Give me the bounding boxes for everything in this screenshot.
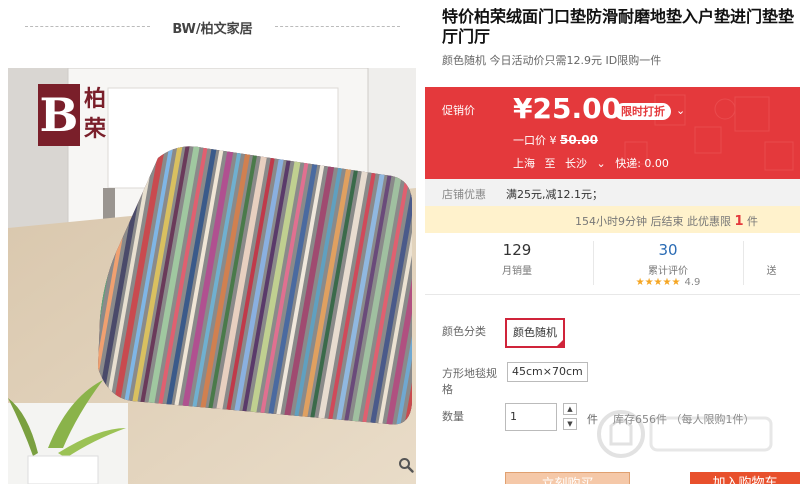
brand-logo: B 柏荣 <box>38 84 112 146</box>
size-label-line-1: 方形地毯规 <box>442 367 497 380</box>
store-name[interactable]: BW/柏文家居 <box>25 18 400 37</box>
selected-check-icon <box>555 338 565 348</box>
store-header: BW/柏文家居 <box>25 12 400 42</box>
color-option-selected[interactable]: 颜色随机 <box>505 318 565 348</box>
original-price-value: 50.00 <box>560 133 598 147</box>
gift-points-label: 送 <box>766 266 777 277</box>
shipping-info: 上海 至 长沙 ⌄ 快递: 0.00 <box>513 155 675 171</box>
chevron-down-icon[interactable]: ⌄ <box>676 104 685 117</box>
review-count[interactable]: 30 累计评价 ★★★★★ 4.9 <box>593 241 743 288</box>
color-option-label: 颜色分类 <box>442 325 486 338</box>
product-image[interactable]: B 柏荣 <box>8 68 416 484</box>
gift-points-number <box>743 241 800 259</box>
monthly-sales: 129 月销量 <box>442 241 592 277</box>
price-panel: 促销价 ¥25.00 限时打折 ⌄ 一口价 ¥ 50.00 上海 至 长沙 ⌄ … <box>425 87 800 179</box>
countdown-suffix: 件 <box>743 215 759 228</box>
current-price: ¥25.00 <box>513 92 622 125</box>
shop-promotion: 店铺优惠 满25元,减12.1元； <box>425 179 800 206</box>
quantity-input[interactable]: 1 <box>505 403 557 431</box>
rating-stars: ★★★★★ 4.9 <box>593 277 743 288</box>
monthly-sales-number: 129 <box>502 241 532 259</box>
title-line-2: 厅门厅 <box>442 27 491 46</box>
product-details: 特价柏荣绒面门口垫防滑耐磨地垫入户垫进门垫垫 厅门厅 颜色随机 今日活动价只需1… <box>425 0 800 484</box>
watermark-logo <box>597 410 773 458</box>
rating-score: 4.9 <box>684 277 701 288</box>
gift-points: 送 <box>743 241 800 277</box>
countdown-text: 154小时9分钟 后结束 此优惠限 1 件 <box>575 213 758 229</box>
countdown-limit: 1 <box>734 214 744 229</box>
caret-down-icon[interactable]: ▼ <box>563 418 577 430</box>
product-subtitle: 颜色随机 今日活动价只需12.9元 ID限购一件 <box>442 54 662 67</box>
review-count-number: 30 <box>658 241 678 259</box>
promo-badge: 限时打折 <box>615 103 671 120</box>
size-option[interactable]: 45cm×70cm <box>507 362 588 382</box>
brand-letter: B <box>38 84 80 146</box>
shipping-fee: 快递: 0.00 <box>615 157 669 170</box>
color-option-value: 颜色随机 <box>513 326 557 339</box>
original-price: 一口价 ¥ 50.00 <box>513 132 598 148</box>
size-label-line-2: 格 <box>442 383 453 396</box>
brand-chinese: 柏荣 <box>84 86 107 142</box>
sales-stats: 129 月销量 30 累计评价 ★★★★★ 4.9 送 <box>425 233 800 295</box>
star-icons: ★★★★★ <box>635 277 681 288</box>
add-to-cart-button[interactable]: 加入购物车 <box>690 472 800 484</box>
product-gallery: BW/柏文家居 B 柏荣 <box>0 0 425 484</box>
shop-promo-value: 满25元,减12.1元； <box>506 188 603 201</box>
caret-up-icon[interactable]: ▲ <box>563 403 577 415</box>
ship-to-word: 至 <box>544 157 556 170</box>
magnifier-icon[interactable] <box>398 457 414 473</box>
quantity-label: 数量 <box>442 410 464 423</box>
ship-destination-label: 长沙 <box>565 157 587 170</box>
size-option-label: 方形地毯规 格 <box>442 366 497 398</box>
divider-right <box>275 26 400 27</box>
ship-from: 上海 <box>513 157 535 170</box>
ship-destination[interactable]: 长沙 ⌄ <box>565 157 606 170</box>
promo-countdown: 154小时9分钟 后结束 此优惠限 1 件 <box>425 206 800 233</box>
shop-promo-label: 店铺优惠 <box>442 188 486 201</box>
countdown-prefix: 154小时9分钟 后结束 此优惠限 <box>575 215 735 228</box>
monthly-sales-label: 月销量 <box>502 266 532 277</box>
original-price-label: 一口价 ¥ <box>513 134 557 147</box>
title-line-1: 特价柏荣绒面门口垫防滑耐磨地垫入户垫进门垫垫 <box>442 7 795 26</box>
price-label: 促销价 <box>442 104 475 117</box>
product-title: 特价柏荣绒面门口垫防滑耐磨地垫入户垫进门垫垫 厅门厅 <box>442 7 800 47</box>
review-count-label: 累计评价 <box>648 266 688 277</box>
buy-now-button[interactable]: 立刻购买 <box>505 472 630 484</box>
